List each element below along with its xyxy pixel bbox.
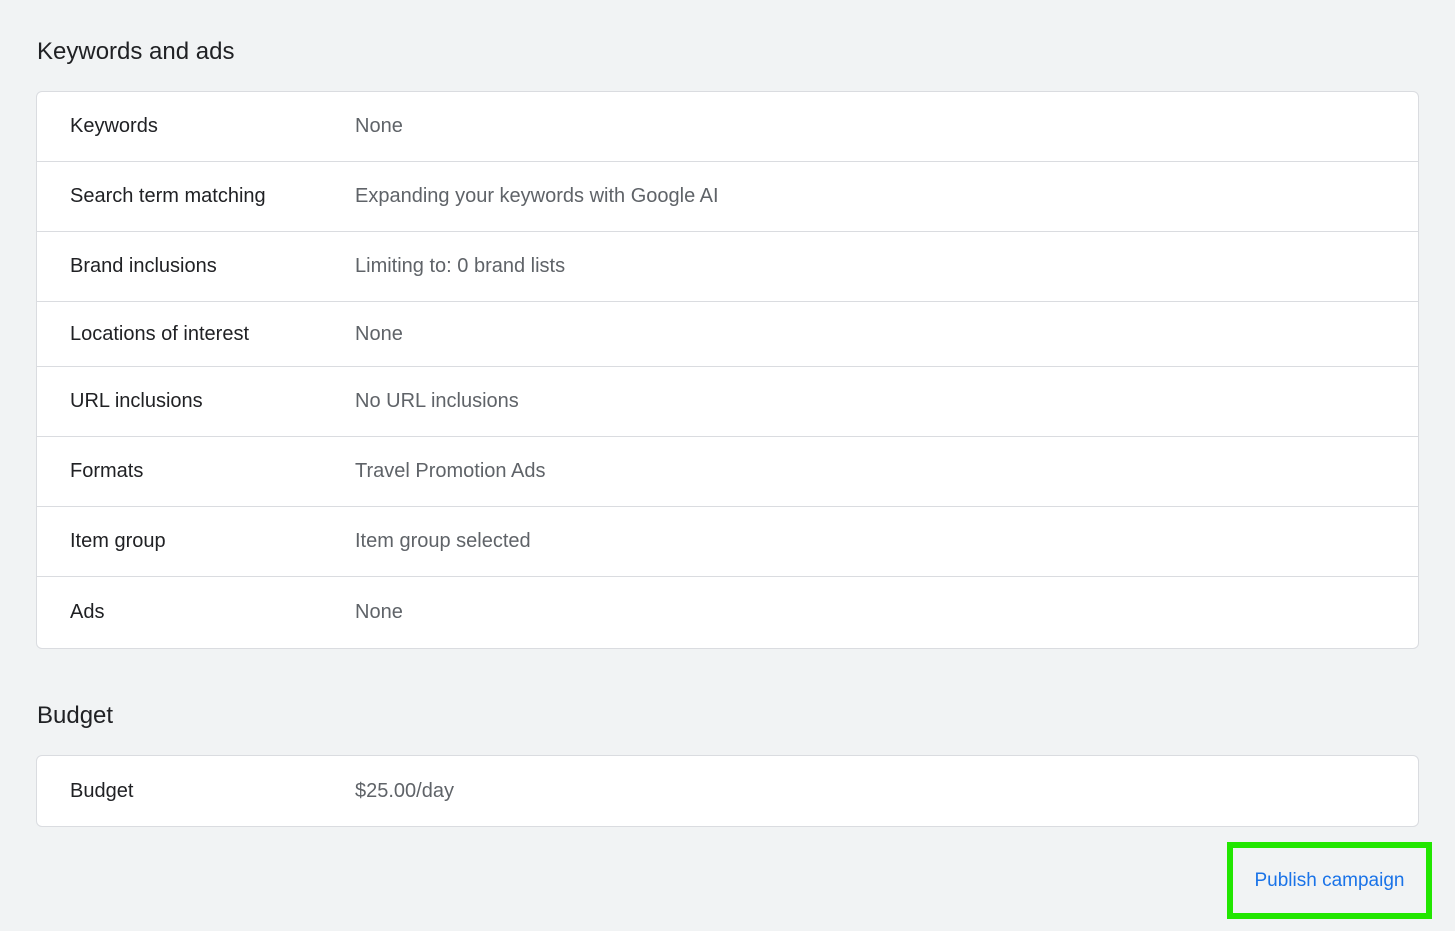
row-label: Search term matching <box>70 185 266 207</box>
summary-row-formats[interactable]: Formats Travel Promotion Ads <box>37 437 1418 507</box>
row-label: Keywords <box>70 115 158 137</box>
summary-row-keywords[interactable]: Keywords None <box>37 92 1418 162</box>
budget-card: Budget $25.00/day <box>36 755 1419 827</box>
row-label: URL inclusions <box>70 390 203 412</box>
row-label: Item group <box>70 530 166 552</box>
row-value: $25.00/day <box>355 779 454 802</box>
summary-row-url-inclusions[interactable]: URL inclusions No URL inclusions <box>37 367 1418 437</box>
keywords-and-ads-title: Keywords and ads <box>37 38 235 65</box>
publish-campaign-button[interactable]: Publish campaign <box>1233 848 1426 913</box>
row-value: None <box>355 601 403 623</box>
row-label: Formats <box>70 460 144 482</box>
summary-row-search-term-matching[interactable]: Search term matching Expanding your keyw… <box>37 162 1418 232</box>
row-value: Item group selected <box>355 530 531 552</box>
summary-row-ads[interactable]: Ads None <box>37 577 1418 648</box>
row-label: Budget <box>70 779 134 802</box>
row-value: Limiting to: 0 brand lists <box>355 255 566 277</box>
summary-row-item-group[interactable]: Item group Item group selected <box>37 507 1418 577</box>
row-label: Ads <box>70 601 105 623</box>
summary-row-budget[interactable]: Budget $25.00/day <box>37 756 1418 826</box>
row-label: Locations of interest <box>70 322 249 345</box>
row-label: Brand inclusions <box>70 255 217 277</box>
summary-row-brand-inclusions[interactable]: Brand inclusions Limiting to: 0 brand li… <box>37 232 1418 302</box>
keywords-and-ads-card: Keywords None Search term matching Expan… <box>36 91 1419 649</box>
row-value: None <box>355 115 403 137</box>
budget-section-title: Budget <box>37 702 114 729</box>
row-value: Travel Promotion Ads <box>355 460 546 482</box>
summary-row-locations-of-interest[interactable]: Locations of interest None <box>37 302 1418 367</box>
row-value: Expanding your keywords with Google AI <box>355 185 719 207</box>
row-value: No URL inclusions <box>355 390 519 412</box>
row-value: None <box>355 322 403 345</box>
